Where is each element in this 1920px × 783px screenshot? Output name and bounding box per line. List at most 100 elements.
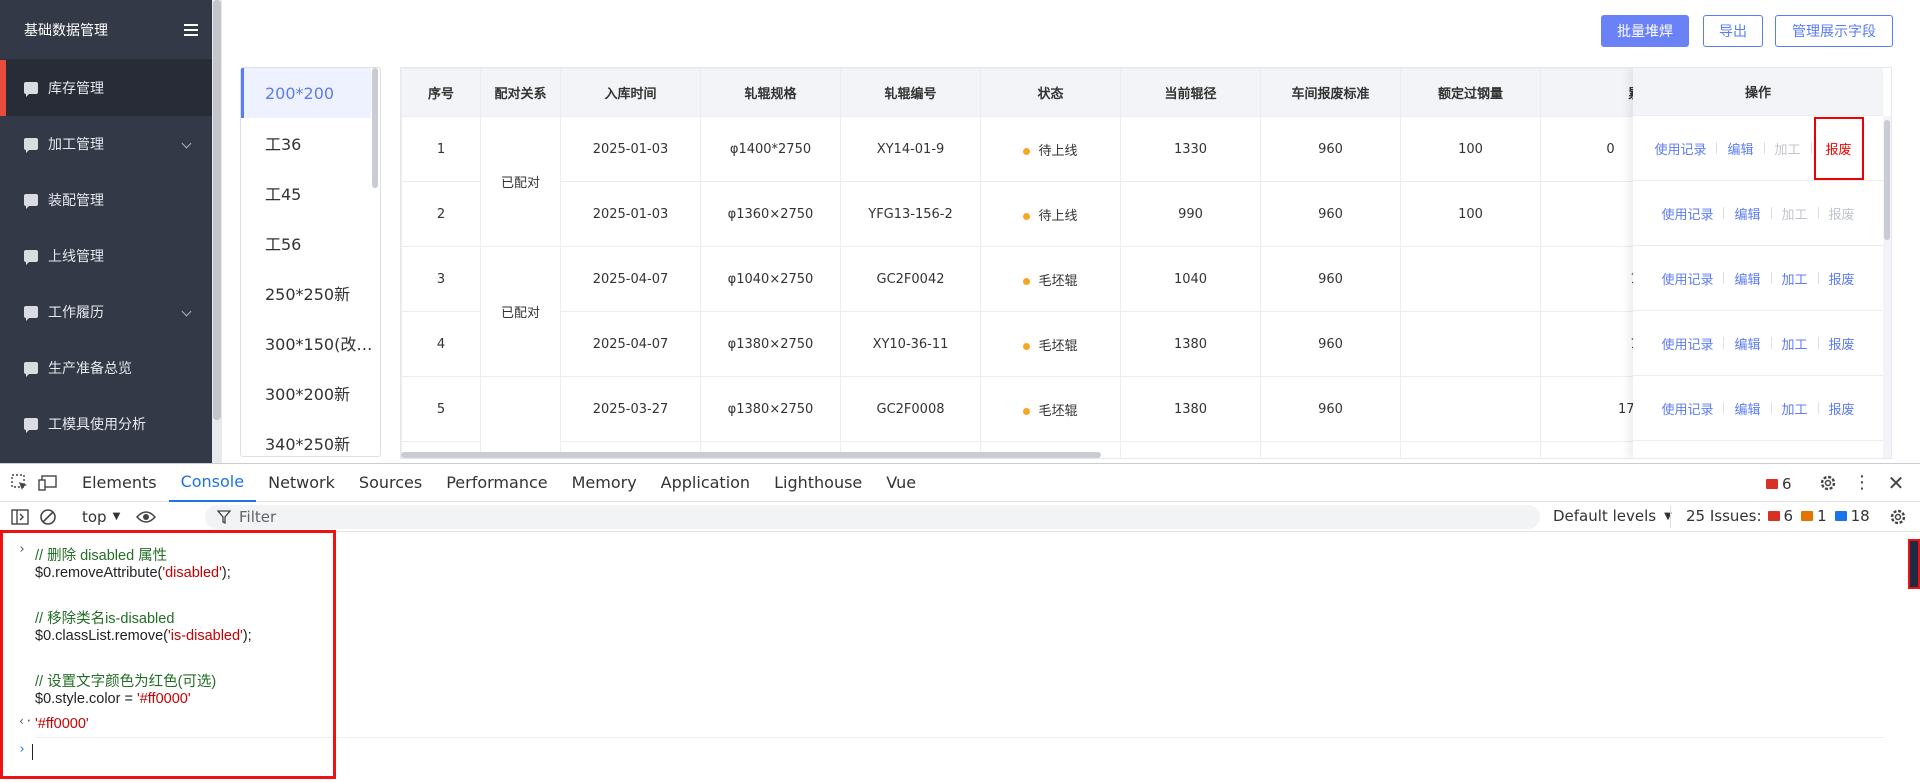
export-button[interactable]: 导出 (1703, 15, 1763, 47)
cell-status: 毛坯辊 (980, 311, 1121, 377)
error-icon (1766, 479, 1778, 489)
spec-item[interactable]: 300*150(改… (241, 318, 371, 368)
sidebar-item-label: 工作履历 (48, 305, 104, 321)
edit-link[interactable]: 编辑 (1732, 204, 1762, 223)
scrap-link[interactable]: 报废 (1827, 334, 1857, 353)
close-icon[interactable]: ✕ (1882, 464, 1910, 502)
col-header: 轧辊编号 (840, 68, 981, 117)
status-text: 毛坯辊 (1038, 338, 1078, 354)
sidebar-item-online[interactable]: 上线管理 (0, 228, 212, 284)
scroll-marker (1908, 539, 1920, 589)
scrap-link[interactable]: 报废 (1827, 204, 1857, 223)
usage-record-link[interactable]: 使用记录 (1659, 204, 1715, 223)
process-link[interactable]: 加工 (1780, 399, 1810, 418)
tab-lighthouse[interactable]: Lighthouse (762, 464, 874, 502)
cell-scrap-standard: 960 (1260, 181, 1401, 247)
cell-pair: 已配对 (480, 116, 561, 247)
tab-vue[interactable]: Vue (874, 464, 928, 502)
cell-no: 3 (401, 246, 481, 312)
table-horizontal-scrollbar[interactable] (401, 452, 1101, 458)
spec-item[interactable]: 工36 (241, 118, 371, 168)
cell-code: XY14-01-9 (840, 116, 981, 182)
device-toolbar-icon[interactable] (34, 464, 62, 502)
tab-network[interactable]: Network (256, 464, 347, 502)
issues-warnings: 1 (1817, 507, 1827, 525)
table-header-row: 序号 配对关系 入库时间 轧辊规格 轧辊编号 状态 当前辊径 车间报废标准 额定… (401, 68, 1681, 117)
more-options-icon[interactable]: ⋮ (1848, 464, 1876, 502)
tab-console[interactable]: Console (168, 464, 257, 502)
tab-sources[interactable]: Sources (347, 464, 434, 502)
process-link[interactable]: 加工 (1773, 139, 1803, 158)
cell-status: 待上线 (980, 116, 1121, 182)
status-dot-icon (1023, 277, 1031, 285)
spec-item[interactable]: 340*250新 (241, 418, 371, 456)
spec-item[interactable]: 工56 (241, 218, 371, 268)
sidebar-toggle-icon[interactable] (6, 502, 34, 532)
context-selector[interactable]: top ▼ (82, 508, 120, 526)
batch-weld-button[interactable]: 批量堆焊 (1601, 15, 1689, 47)
spec-item[interactable]: 300*200新 (241, 368, 371, 418)
menu-toggle-icon[interactable] (184, 23, 198, 36)
edit-link[interactable]: 编辑 (1732, 334, 1762, 353)
spec-list-scrollbar[interactable] (372, 68, 378, 188)
operations-row: 使用记录 编辑 加工 报废 (1633, 116, 1883, 181)
spec-item[interactable]: 工45 (241, 168, 371, 218)
usage-record-link[interactable]: 使用记录 (1659, 269, 1715, 288)
manage-fields-button[interactable]: 管理展示字段 (1775, 15, 1893, 47)
sidebar-scrollbar[interactable] (212, 0, 222, 463)
sidebar-item-processing[interactable]: 加工管理 (0, 116, 212, 172)
process-link[interactable]: 加工 (1780, 334, 1810, 353)
edit-link[interactable]: 编辑 (1725, 139, 1755, 158)
sidebar: 基础数据管理 库存管理 加工管理 装配管理 上线管理 工作履历 生产准备总览 工… (0, 0, 212, 463)
clear-console-icon[interactable] (34, 502, 62, 532)
tab-elements[interactable]: Elements (70, 464, 169, 502)
scrap-link[interactable]: 报废 (1827, 399, 1857, 418)
scrap-link[interactable]: 报废 (1827, 269, 1857, 288)
error-counter[interactable]: 6 (1766, 475, 1792, 493)
edit-link[interactable]: 编辑 (1732, 399, 1762, 418)
cell-code: GC2F0008 (840, 376, 981, 442)
tab-memory[interactable]: Memory (560, 464, 649, 502)
eye-icon[interactable] (132, 502, 160, 532)
sidebar-item-assembly[interactable]: 装配管理 (0, 172, 212, 228)
edit-link[interactable]: 编辑 (1732, 269, 1762, 288)
cell-pair: 已配对 (480, 376, 561, 458)
operations-row: 使用记录 编辑 加工 报废 (1633, 246, 1883, 311)
tab-performance[interactable]: Performance (434, 464, 559, 502)
process-link[interactable]: 加工 (1780, 269, 1810, 288)
col-header: 当前辊径 (1120, 68, 1261, 117)
tab-application[interactable]: Application (649, 464, 762, 502)
cell-spec: φ1040×2750 (700, 246, 841, 312)
app-window: 基础数据管理 库存管理 加工管理 装配管理 上线管理 工作履历 生产准备总览 工… (0, 0, 1920, 463)
console-settings-gear-icon[interactable] (1884, 502, 1912, 532)
cell-rated: 100 (1400, 116, 1541, 182)
col-header: 轧辊规格 (700, 68, 841, 117)
cell-no: 1 (401, 116, 481, 182)
cell-status: 毛坯辊 (980, 376, 1121, 442)
cell-scrap-standard: 960 (1260, 311, 1401, 377)
issues-counter[interactable]: 25 Issues: 6 1 18 (1686, 507, 1870, 525)
table-row: 2 2025-01-03 φ1360×2750 YFG13-156-2 待上线 … (401, 181, 1681, 247)
inspect-element-icon[interactable] (6, 464, 34, 502)
usage-record-link[interactable]: 使用记录 (1659, 334, 1715, 353)
process-link[interactable]: 加工 (1780, 204, 1810, 223)
col-header: 额定过钢量 (1400, 68, 1541, 117)
table-row: 5 已配对 2025-03-27 φ1380×2750 GC2F0008 毛坯辊… (401, 376, 1681, 458)
sidebar-item-production-overview[interactable]: 生产准备总览 (0, 340, 212, 396)
filter-input[interactable]: Filter (205, 505, 1540, 529)
spec-item[interactable]: 250*250新 (241, 268, 371, 318)
log-levels-selector[interactable]: Default levels ▼ (1553, 507, 1672, 525)
table-row: 3 已配对 2025-04-07 φ1040×2750 GC2F0042 毛坯辊… (401, 246, 1681, 377)
usage-record-link[interactable]: 使用记录 (1659, 399, 1715, 418)
operations-row: 使用记录 编辑 加工 报废 (1633, 181, 1883, 246)
sidebar-item-label: 加工管理 (48, 137, 104, 153)
sidebar-item-work-history[interactable]: 工作履历 (0, 284, 212, 340)
status-text: 毛坯辊 (1038, 403, 1078, 419)
sidebar-item-tool-analysis[interactable]: 工模具使用分析 (0, 396, 212, 452)
sidebar-item-inventory[interactable]: 库存管理 (0, 60, 212, 116)
usage-record-link[interactable]: 使用记录 (1652, 139, 1708, 158)
scrap-link[interactable]: 报废 (1824, 143, 1854, 158)
settings-gear-icon[interactable] (1814, 464, 1842, 502)
table-vertical-scrollbar[interactable] (1883, 116, 1891, 458)
spec-item[interactable]: 200*200 (241, 68, 371, 118)
